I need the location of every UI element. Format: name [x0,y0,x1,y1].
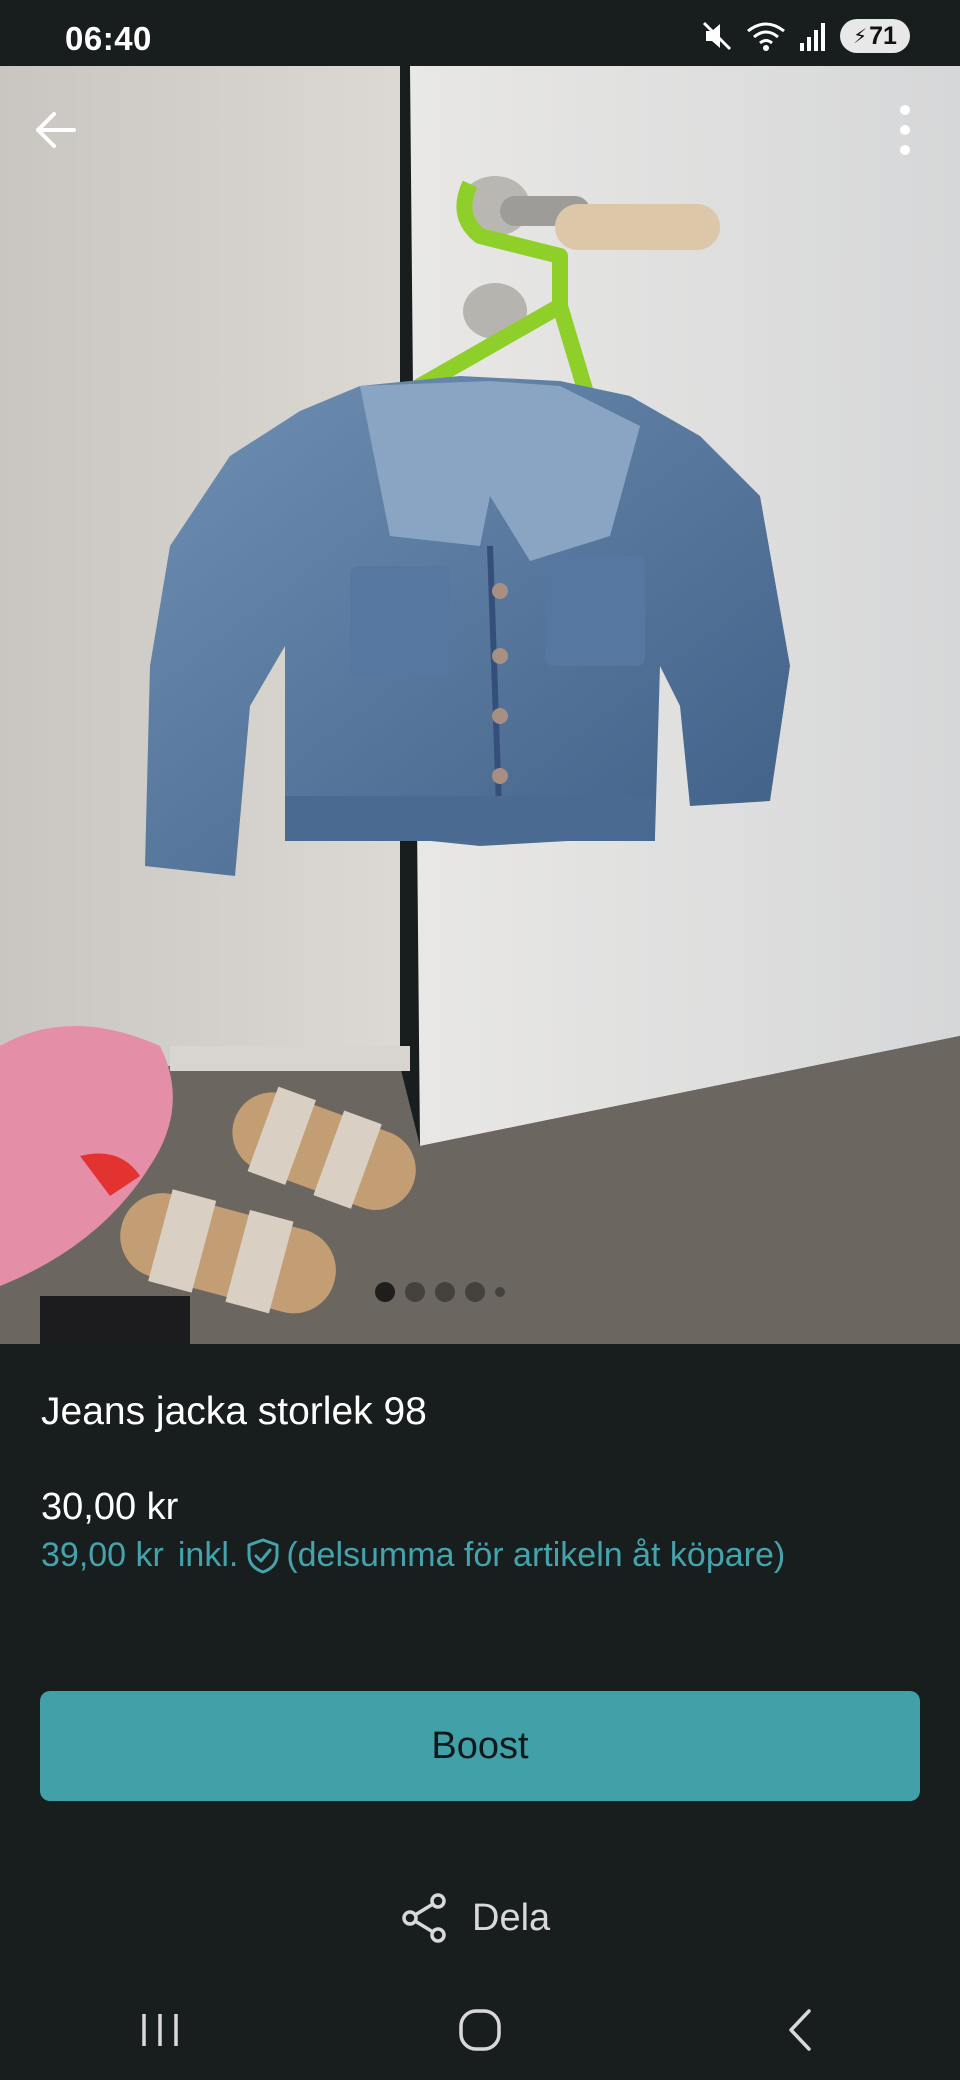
recent-apps-icon [142,2014,178,2046]
listing-photo[interactable] [0,66,960,1344]
pager-dot[interactable] [375,1282,395,1302]
share-button[interactable]: Dela [400,1890,550,1946]
listing-price: 30,00 kr [41,1486,179,1528]
price-incl-note: (delsumma för artikeln åt köpare) [286,1536,786,1574]
pager-dot[interactable] [405,1282,425,1302]
home-button[interactable] [430,1995,530,2065]
battery-level: 71 [869,21,897,50]
battery-icon: ⚡ 71 [840,19,910,53]
pager-dot[interactable] [465,1282,485,1302]
more-options-button[interactable] [875,100,935,160]
arrow-left-icon [36,112,76,148]
shield-check-icon [247,1538,279,1573]
listing-title: Jeans jacka storlek 98 [41,1390,427,1433]
status-bar: 06:40 ⚡ 71 [0,0,960,66]
system-nav-bar [0,1980,960,2080]
pager-dot[interactable] [495,1287,505,1297]
photo-pager[interactable] [0,1282,920,1302]
price-with-protection[interactable]: 39,00 kr inkl. (delsumma för artikeln åt… [41,1536,785,1575]
home-icon [459,2009,501,2051]
share-label: Dela [472,1896,551,1939]
chevron-left-icon [789,2009,811,2051]
signal-icon [800,23,825,51]
share-icon [402,1893,446,1943]
boost-button[interactable]: Boost [40,1691,920,1801]
more-vertical-icon [900,105,910,155]
mute-icon [702,21,732,51]
system-back-button[interactable] [750,1995,850,2065]
price-incl-value: 39,00 kr [41,1536,164,1574]
price-incl-label: inkl. [177,1536,239,1574]
pager-dot[interactable] [435,1282,455,1302]
status-time: 06:40 [65,20,152,57]
back-button[interactable] [25,100,85,160]
status-icons: ⚡ 71 [700,18,910,54]
recent-apps-button[interactable] [110,1995,210,2065]
wifi-icon [747,22,785,51]
